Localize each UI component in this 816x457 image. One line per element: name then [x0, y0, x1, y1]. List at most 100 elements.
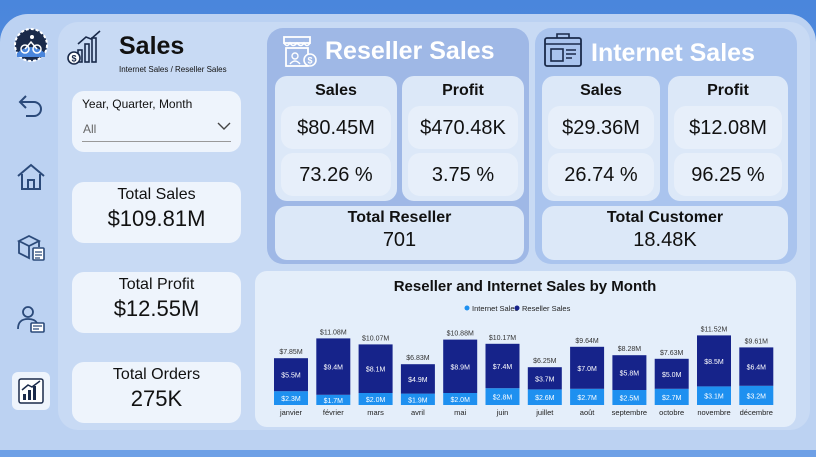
x-tick-label: novembre — [697, 408, 730, 417]
total-customer-label: Total Customer — [606, 209, 724, 226]
internet-profit-value: $12.08M — [689, 117, 767, 139]
x-tick-label: août — [580, 408, 596, 417]
bar-value-label: $2.7M — [577, 395, 597, 402]
x-tick-label: octobre — [659, 408, 684, 417]
total-reseller-value: 701 — [382, 229, 417, 251]
customer-icon[interactable] — [12, 300, 50, 338]
bar-value-label: $2.3M — [281, 396, 301, 403]
x-tick-label: février — [323, 408, 344, 417]
x-tick-label: décembre — [740, 408, 773, 417]
internet-sales-value: $29.36M — [562, 117, 640, 139]
reseller-sales-value: $80.45M — [297, 117, 375, 139]
bar-value-label: $9.4M — [324, 365, 344, 372]
bar-total-label: $7.63M — [660, 350, 684, 357]
bar-total-label: $11.08M — [320, 329, 347, 336]
total-reseller-card: Total Reseller 701 — [275, 206, 524, 260]
bar-value-label: $2.7M — [662, 395, 682, 402]
bar-value-label: $8.1M — [366, 367, 386, 374]
bar-total-label: $7.85M — [279, 349, 303, 356]
legend-marker-1 — [514, 305, 520, 311]
store-icon: $ — [279, 32, 319, 77]
total-orders-card: Total Orders 275K — [72, 362, 241, 423]
bar-value-label: $5.0M — [662, 372, 682, 379]
home-icon[interactable] — [12, 158, 50, 196]
x-tick-label: septembre — [612, 408, 647, 417]
bar-total-label: $10.07M — [362, 335, 389, 342]
total-profit-label: Total Profit — [118, 276, 195, 293]
monthly-sales-chart-card: Reseller and Internet Sales by Month Int… — [255, 271, 796, 427]
x-tick-label: juin — [496, 408, 509, 417]
internet-sales-title: Internet Sales — [591, 39, 755, 67]
product-inventory-icon[interactable] — [12, 228, 50, 266]
chart-legend: Internet Sales Reseller Sales — [464, 304, 571, 313]
bar-value-label: $1.9M — [408, 397, 428, 404]
bar-value-label: $2.0M — [450, 397, 470, 404]
bar-total-label: $9.64M — [575, 338, 599, 345]
svg-text:$: $ — [307, 56, 312, 66]
internet-sales-label: Sales — [580, 82, 622, 99]
internet-sales-pct: 26.74 % — [564, 164, 638, 186]
bar-value-label: $2.5M — [620, 396, 640, 403]
bar-total-label: $9.61M — [745, 338, 769, 345]
bar-value-label: $3.7M — [535, 376, 555, 383]
sales-chart-icon: $ — [66, 28, 106, 73]
side-nav — [6, 22, 56, 418]
x-tick-label: mars — [367, 408, 384, 417]
bar-value-label: $8.9M — [450, 364, 470, 371]
total-customer-card: Total Customer 18.48K — [542, 206, 788, 260]
legend-label-0: Internet Sales — [472, 304, 519, 313]
bar-value-label: $7.0M — [577, 366, 597, 373]
legend-label-1: Reseller Sales — [522, 304, 571, 313]
reseller-sales-title: Reseller Sales — [325, 37, 495, 65]
bar-total-label: $6.25M — [533, 358, 557, 365]
svg-text:$: $ — [71, 54, 76, 64]
x-tick-label: mai — [454, 408, 466, 417]
reseller-profit-pct: 3.75 % — [431, 164, 495, 186]
reseller-profit-value: $470.48K — [420, 117, 506, 139]
bar-value-label: $1.7M — [324, 398, 344, 405]
bar-total-label: $10.88M — [447, 331, 474, 338]
filter-label: Year, Quarter, Month — [82, 97, 193, 111]
bar-value-label: $3.1M — [704, 394, 724, 401]
bar-value-label: $6.4M — [747, 365, 767, 372]
total-profit-card: Total Profit $12.55M — [72, 272, 241, 333]
page-title: Sales — [119, 32, 185, 60]
reseller-sales-pct: 73.26 % — [299, 164, 373, 186]
total-reseller-label: Total Reseller — [347, 209, 452, 226]
total-orders-value: 275K — [130, 386, 183, 411]
chevron-down-icon[interactable] — [216, 119, 232, 137]
bar-total-label: $8.28M — [618, 346, 642, 353]
online-shop-icon — [542, 30, 584, 77]
total-sales-label: Total Sales — [117, 186, 196, 203]
x-tick-label: juillet — [535, 408, 554, 417]
internet-profit-pct: 96.25 % — [691, 164, 765, 186]
bar-value-label: $4.9M — [408, 377, 428, 384]
date-filter-slicer[interactable]: Year, Quarter, Month All — [72, 91, 241, 152]
monthly-sales-chart: Reseller and Internet Sales by Month Int… — [274, 278, 774, 417]
reseller-sales-label: Sales — [315, 82, 357, 99]
bar-value-label: $5.5M — [281, 373, 301, 380]
x-tick-label: janvier — [279, 408, 303, 417]
bar-value-label: $5.8M — [620, 371, 640, 378]
back-icon[interactable] — [12, 86, 50, 124]
bar-total-label: $10.17M — [489, 335, 516, 342]
page-subtitle: Internet Sales / Reseller Sales — [119, 65, 227, 74]
legend-marker-0 — [464, 305, 470, 311]
total-sales-card: Total Sales $109.81M — [72, 182, 241, 243]
bar-total-label: $6.83M — [406, 355, 430, 362]
chart-title: Reseller and Internet Sales by Month — [394, 278, 657, 295]
total-profit-value: $12.55M — [113, 296, 200, 321]
sales-report-icon[interactable] — [12, 372, 50, 410]
bar-value-label: $7.4M — [493, 364, 513, 371]
bar-value-label: $8.5M — [704, 359, 724, 366]
total-customer-value: 18.48K — [633, 229, 697, 251]
bar-value-label: $2.0M — [366, 397, 386, 404]
bar-value-label: $2.6M — [535, 395, 555, 402]
x-tick-label: avril — [411, 408, 425, 417]
reseller-profit-label: Profit — [442, 82, 484, 99]
total-orders-label: Total Orders — [112, 366, 201, 383]
filter-value: All — [83, 122, 97, 136]
bar-value-label: $2.8M — [493, 395, 513, 402]
internet-profit-label: Profit — [707, 82, 749, 99]
bar-value-label: $3.2M — [747, 393, 767, 400]
